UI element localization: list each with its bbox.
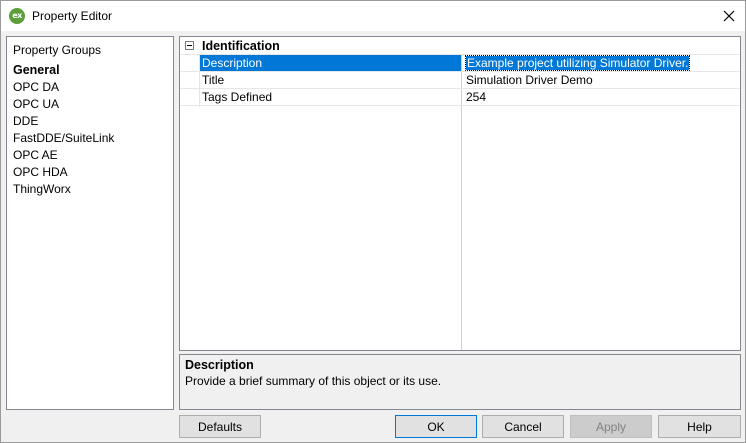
property-groups-list: General OPC DA OPC UA DDE FastDDE/SuiteL… (13, 62, 114, 198)
help-button[interactable]: Help (658, 415, 741, 438)
help-title: Description (185, 358, 254, 372)
collapse-minus-icon[interactable] (185, 41, 194, 50)
property-grid: Identification Description Example proje… (179, 36, 741, 351)
window-title: Property Editor (32, 9, 113, 23)
group-item-opc-ae[interactable]: OPC AE (13, 147, 114, 164)
category-label: Identification (202, 39, 280, 53)
property-name: Tags Defined (202, 90, 273, 104)
help-pane: Description Provide a brief summary of t… (179, 354, 741, 410)
property-groups-panel: Property Groups General OPC DA OPC UA DD… (6, 36, 174, 410)
property-name: Title (202, 73, 225, 87)
close-button[interactable] (713, 1, 745, 31)
property-value-text: Example project utilizing Simulator Driv… (464, 55, 691, 71)
ok-button[interactable]: OK (395, 415, 477, 438)
group-item-opc-ua[interactable]: OPC UA (13, 96, 114, 113)
group-item-opc-da[interactable]: OPC DA (13, 79, 114, 96)
group-item-general[interactable]: General (13, 62, 114, 79)
property-value[interactable]: Example project utilizing Simulator Driv… (464, 55, 691, 71)
property-editor-window: ex Property Editor Property Groups Gener… (0, 0, 746, 443)
group-item-fastdde-suitelink[interactable]: FastDDE/SuiteLink (13, 130, 114, 147)
group-item-dde[interactable]: DDE (13, 113, 114, 130)
property-row-title[interactable]: Title Simulation Driver Demo (180, 72, 740, 89)
property-row-description[interactable]: Description Example project utilizing Si… (180, 55, 740, 72)
property-value[interactable]: 254 (464, 89, 486, 105)
app-logo-icon: ex (9, 8, 25, 24)
property-name: Description (200, 55, 461, 71)
property-row-tags-defined[interactable]: Tags Defined 254 (180, 89, 740, 106)
category-row-identification[interactable]: Identification (180, 37, 740, 55)
help-text: Provide a brief summary of this object o… (185, 374, 442, 388)
title-bar[interactable]: ex Property Editor (1, 1, 745, 31)
defaults-button[interactable]: Defaults (179, 415, 261, 438)
cancel-button[interactable]: Cancel (482, 415, 564, 438)
close-icon (723, 10, 735, 22)
group-item-opc-hda[interactable]: OPC HDA (13, 164, 114, 181)
apply-button[interactable]: Apply (570, 415, 652, 438)
group-item-thingworx[interactable]: ThingWorx (13, 181, 114, 198)
property-groups-header: Property Groups (13, 43, 102, 57)
property-value[interactable]: Simulation Driver Demo (464, 72, 593, 88)
